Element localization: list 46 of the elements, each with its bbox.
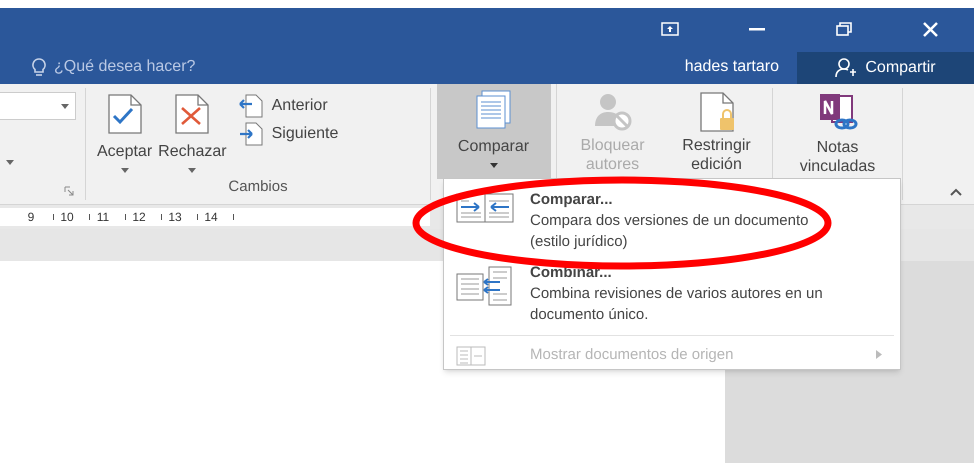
user-name[interactable]: hades tartaro (684, 55, 779, 79)
documents-icon (474, 90, 514, 130)
menu-item-title: Mostrar documentos de origen (530, 344, 734, 364)
document-lock-icon (698, 92, 736, 132)
menu-item-title: Comparar... (530, 190, 614, 210)
ruler-number: 13 (167, 209, 183, 226)
ruler-number: 11 (96, 209, 110, 226)
menu-item-title: Combinar... (530, 263, 613, 283)
menu-item[interactable]: Combinar... Combina revisiones de varios autores en un documento único. (444, 262, 900, 335)
menu-item[interactable]: Comparar... Compara dos versiones de un documento (estilo jurídico) (444, 189, 900, 262)
document-cross-icon (173, 94, 212, 134)
close-icon[interactable] (923, 22, 938, 36)
split-document-icon (456, 346, 486, 366)
notebook-link-icon (818, 92, 858, 132)
ruler-number: 10 (59, 209, 75, 226)
document-right-arrow-icon (238, 122, 264, 146)
next-button[interactable]: Siguiente (238, 122, 338, 146)
caret-icon (120, 168, 129, 173)
person-add-icon (835, 57, 858, 79)
reject-button[interactable]: Rechazar (155, 94, 230, 176)
group-label: Cambios (228, 176, 288, 196)
compare-button[interactable]: Comparar (436, 84, 550, 179)
caret-icon (6, 160, 14, 165)
restore-icon[interactable] (836, 22, 852, 36)
lightbulb-icon (32, 58, 46, 76)
ribbon-display-icon[interactable] (660, 22, 678, 36)
minimize-icon[interactable] (748, 28, 764, 30)
dialog-launcher-icon[interactable] (64, 186, 74, 196)
menu-item-description: Combina revisiones de varios autores en un documento único. (530, 284, 824, 325)
document-left-arrow-icon (238, 94, 264, 118)
collapse-ribbon-icon[interactable] (950, 188, 962, 196)
compare-documents-icon (456, 193, 514, 223)
menu-item-description: Compara dos versiones de un documento (estilo jurídico) (530, 211, 810, 252)
ruler-number: 12 (131, 209, 147, 226)
ruler-number: 9 (26, 209, 36, 226)
ruler-number: 14 (203, 209, 219, 226)
blocked-user-icon (592, 92, 632, 132)
document-check-icon (106, 94, 144, 134)
tell-me-search-field[interactable]: ¿Qué desea hacer? (54, 55, 354, 79)
previous-button[interactable]: Anterior (238, 94, 338, 118)
caret-icon (61, 104, 69, 108)
combine-documents-icon (456, 266, 514, 306)
accept-button[interactable]: Aceptar (94, 94, 156, 176)
caret-icon (490, 163, 498, 168)
share-button[interactable]: Compartir (797, 52, 974, 84)
caret-icon (188, 168, 196, 173)
